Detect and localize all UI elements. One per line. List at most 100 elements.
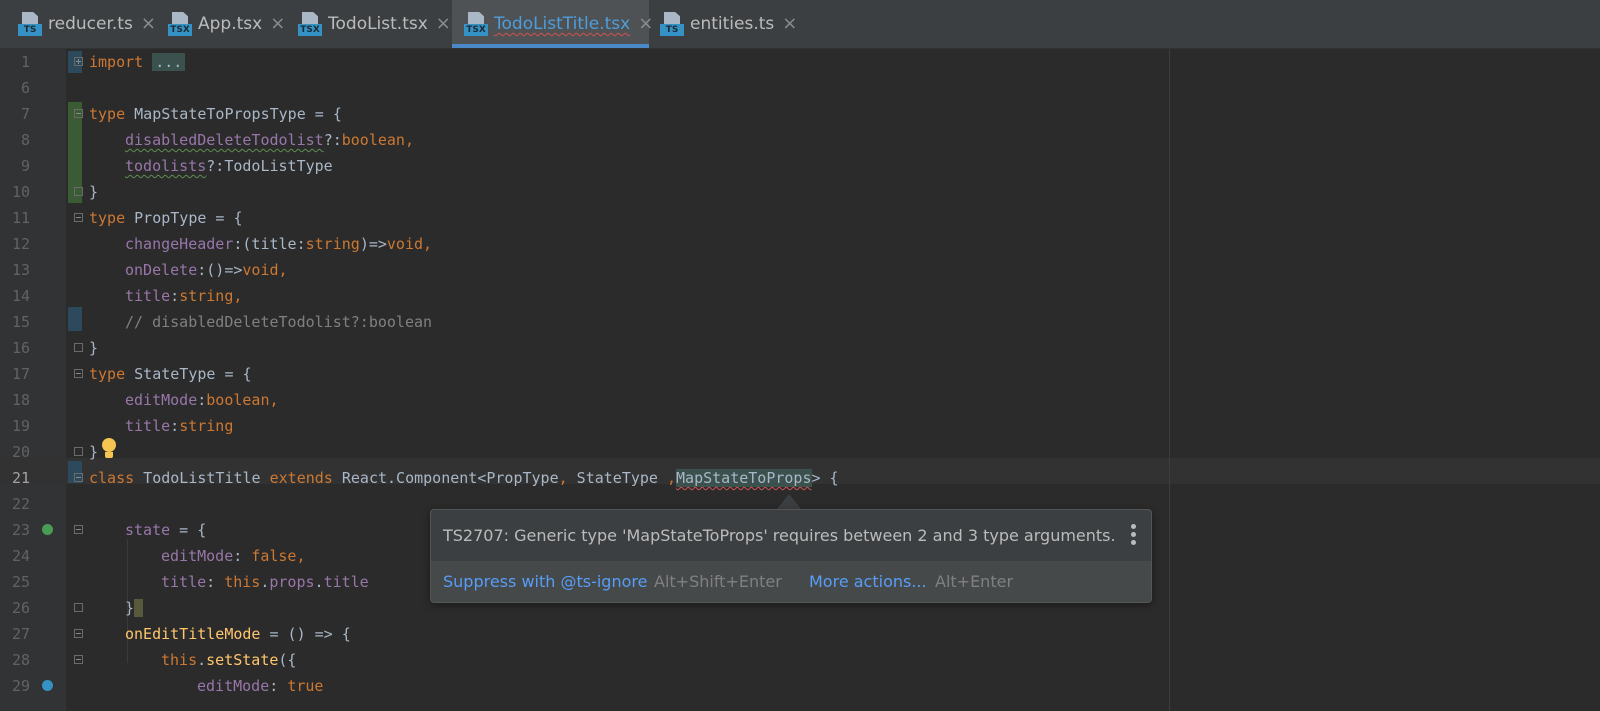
override-marker-icon[interactable]: [42, 680, 53, 691]
fold-collapse-icon[interactable]: [74, 629, 83, 638]
line-number: 18: [11, 391, 30, 409]
code-token: this: [161, 651, 198, 669]
typescript-file-icon: TS: [660, 12, 684, 36]
code-token: ,: [233, 287, 243, 305]
code-token: PropType = {: [125, 209, 243, 227]
tab-reducer-ts[interactable]: TS reducer.ts ×: [18, 0, 156, 48]
code-token: TodoListTitle: [134, 469, 270, 487]
code-line[interactable]: 7 type MapStateToPropsType = {: [0, 101, 1600, 127]
code-token: :: [170, 287, 180, 305]
code-line[interactable]: 1 import ...: [0, 49, 1600, 75]
fold-collapse-icon[interactable]: [74, 473, 83, 482]
close-tab-icon[interactable]: ×: [782, 15, 797, 33]
code-editor[interactable]: 1 import ... 6 7 type MapStateToPropsTyp…: [0, 49, 1600, 711]
code-line[interactable]: 10 }: [0, 179, 1600, 205]
tab-todolisttitle-tsx[interactable]: TSX TodoListTitle.tsx ×: [452, 0, 653, 48]
code-line[interactable]: 18 editMode:boolean,: [0, 387, 1600, 413]
code-token: setState: [206, 651, 279, 669]
code-line[interactable]: 29 editMode: true: [0, 673, 1600, 699]
fold-end-icon[interactable]: [74, 187, 83, 196]
line-number: 6: [20, 79, 30, 97]
code-token: ({: [278, 651, 297, 669]
code-line[interactable]: 27 onEditTitleMode = () => {: [0, 621, 1600, 647]
code-token: true: [287, 677, 324, 695]
code-token: .: [197, 651, 207, 669]
tab-label: reducer.ts: [48, 14, 133, 34]
fold-end-icon[interactable]: [74, 447, 83, 456]
code-token: = {: [170, 521, 207, 539]
code-line[interactable]: 12 changeHeader:(title:string)=>void,: [0, 231, 1600, 257]
code-token: > {: [811, 469, 839, 487]
code-token: extends: [269, 469, 333, 487]
code-token: title: [125, 417, 171, 435]
fold-expand-icon[interactable]: [74, 57, 83, 66]
close-tab-icon[interactable]: ×: [436, 15, 451, 33]
folded-region[interactable]: ...: [152, 53, 186, 71]
more-options-icon[interactable]: [1131, 524, 1137, 546]
fold-collapse-icon[interactable]: [74, 525, 83, 534]
code-line[interactable]: 9 todolists?:TodoListType: [0, 153, 1600, 179]
code-token: ?:TodoListType: [206, 157, 333, 175]
code-line[interactable]: 28 this.setState({: [0, 647, 1600, 673]
line-number: 16: [11, 339, 30, 357]
line-number: 10: [11, 183, 30, 201]
code-line[interactable]: 13 onDelete:()=>void,: [0, 257, 1600, 283]
popup-pointer: [777, 494, 801, 509]
code-line[interactable]: 16 }: [0, 335, 1600, 361]
code-token: type: [89, 209, 126, 227]
tab-label: entities.ts: [690, 14, 775, 34]
code-line-current[interactable]: 21 class TodoListTitle extends React.Com…: [0, 465, 1600, 491]
code-token: onDelete: [125, 261, 198, 279]
more-actions-link[interactable]: More actions...: [809, 561, 927, 602]
line-number: 27: [11, 625, 30, 643]
error-highlight[interactable]: MapStateToProps: [676, 469, 812, 487]
fold-collapse-icon[interactable]: [74, 369, 83, 378]
code-line[interactable]: 17 type StateType = {: [0, 361, 1600, 387]
implements-marker-icon[interactable]: [42, 524, 53, 535]
line-number: 25: [11, 573, 30, 591]
code-token: todolists: [125, 157, 207, 175]
code-token: editMode: [161, 547, 234, 565]
code-line[interactable]: 8 disabledDeleteTodolist?:boolean,: [0, 127, 1600, 153]
line-number: 14: [11, 287, 30, 305]
code-token: void: [242, 261, 279, 279]
tab-entities-ts[interactable]: TS entities.ts ×: [660, 0, 797, 48]
fold-collapse-icon[interactable]: [74, 655, 83, 664]
code-token: )=>: [359, 235, 387, 253]
fold-collapse-icon[interactable]: [74, 109, 83, 118]
line-number: 1: [20, 53, 30, 71]
line-number: 8: [20, 131, 30, 149]
code-token: ,: [423, 235, 433, 253]
code-token: React.Component<PropType: [332, 469, 559, 487]
code-line[interactable]: 20 }: [0, 439, 1600, 465]
tsx-file-icon: TSX: [464, 12, 488, 36]
line-number: 24: [11, 547, 30, 565]
code-line[interactable]: 11 type PropType = {: [0, 205, 1600, 231]
fold-end-icon[interactable]: [74, 603, 83, 612]
tab-todolist-tsx[interactable]: TSX TodoList.tsx ×: [298, 0, 451, 48]
code-token: ,: [404, 131, 414, 149]
error-tooltip-popup: TS2707: Generic type 'MapStateToProps' r…: [430, 509, 1152, 603]
code-token: props: [269, 573, 315, 591]
code-line[interactable]: 6: [0, 75, 1600, 101]
code-token: ,: [278, 261, 288, 279]
code-line[interactable]: 14 title:string,: [0, 283, 1600, 309]
close-tab-icon[interactable]: ×: [270, 15, 285, 33]
popup-actions-bar: Suppress with @ts-ignore Alt+Shift+Enter…: [431, 561, 1151, 602]
tab-app-tsx[interactable]: TSX App.tsx ×: [168, 0, 285, 48]
line-number: 7: [20, 105, 30, 123]
close-tab-icon[interactable]: ×: [141, 15, 156, 33]
code-token: type: [89, 105, 126, 123]
close-tab-icon[interactable]: ×: [638, 15, 653, 33]
code-token: StateType = {: [125, 365, 252, 383]
code-line[interactable]: 15 // disabledDeleteTodolist?:boolean: [0, 309, 1600, 335]
code-token: boolean: [206, 391, 270, 409]
fold-end-icon[interactable]: [74, 343, 83, 352]
code-token: changeHeader: [125, 235, 234, 253]
suppress-ts-ignore-link[interactable]: Suppress with @ts-ignore: [443, 561, 647, 602]
lightbulb-icon[interactable]: [101, 438, 117, 460]
fold-collapse-icon[interactable]: [74, 213, 83, 222]
code-line[interactable]: 19 title:string: [0, 413, 1600, 439]
code-token: onEditTitleMode: [125, 625, 261, 643]
tab-label: TodoList.tsx: [328, 14, 428, 34]
